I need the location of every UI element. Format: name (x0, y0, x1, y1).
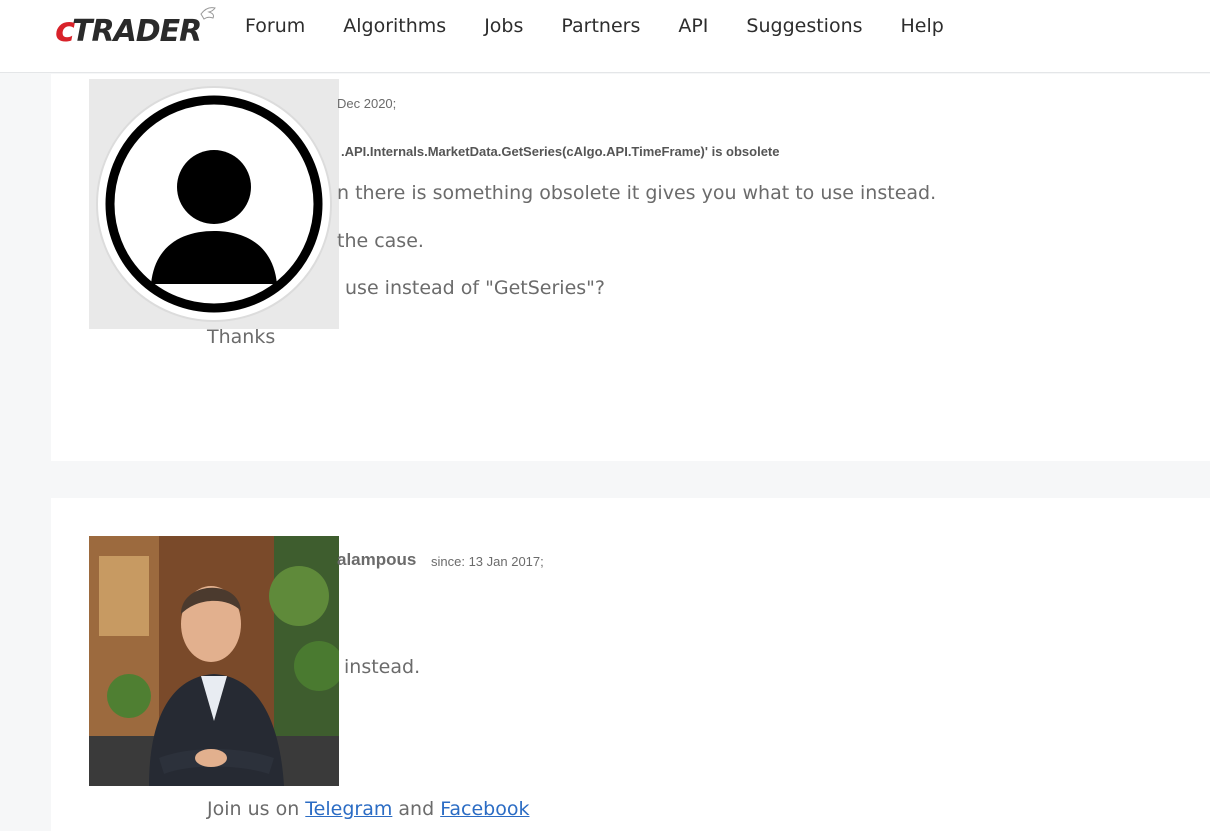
forum-post: alampous since: 13 Jan 2017; instead. Jo… (51, 498, 1210, 831)
nav-api[interactable]: API (678, 15, 708, 37)
nav-jobs[interactable]: Jobs (484, 15, 523, 37)
post-text-line: the case. (337, 230, 424, 252)
post-text-line: n there is something obsolete it gives y… (337, 182, 937, 204)
nav-forum[interactable]: Forum (245, 15, 305, 37)
main-nav: Forum Algorithms Jobs Partners API Sugge… (245, 15, 982, 37)
author-photo (89, 536, 339, 786)
signature-prefix: Join us on (207, 798, 300, 820)
forum-post: Dec 2020; .API.Internals.MarketData.GetS… (51, 74, 1210, 461)
nav-partners[interactable]: Partners (561, 15, 640, 37)
author-since-date: since: 13 Jan 2017; (431, 554, 544, 569)
top-navigation-bar: c TRADER Forum Algorithms Jobs Partners … (0, 0, 1210, 73)
post-text-line: use instead of "GetSeries"? (345, 277, 605, 299)
author-name[interactable]: alampous (337, 550, 416, 570)
default-user-avatar (89, 79, 339, 329)
telegram-link[interactable]: Telegram (305, 798, 392, 820)
post-date: Dec 2020; (337, 96, 397, 111)
signature-line: Join us on Telegram and Facebook (207, 798, 529, 820)
nav-suggestions[interactable]: Suggestions (746, 15, 862, 37)
error-message: .API.Internals.MarketData.GetSeries(cAlg… (341, 144, 780, 159)
author-photo-image (89, 536, 339, 786)
facebook-link[interactable]: Facebook (440, 798, 529, 820)
default-user-icon (96, 86, 332, 322)
post-text-line: Thanks (207, 326, 276, 348)
signature-and: and (398, 798, 435, 820)
ctrader-logo[interactable]: c TRADER (55, 4, 225, 50)
nav-help[interactable]: Help (901, 15, 944, 37)
svg-text:TRADER: TRADER (72, 14, 201, 48)
post-text-line: instead. (344, 656, 421, 678)
nav-algorithms[interactable]: Algorithms (343, 15, 446, 37)
